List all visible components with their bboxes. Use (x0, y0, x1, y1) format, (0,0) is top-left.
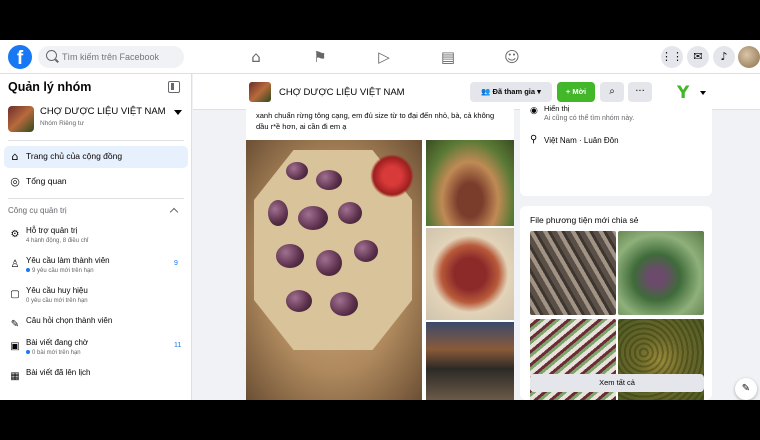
post-photo-main[interactable] (246, 140, 422, 400)
sidebar-item-community-home[interactable]: ⌂ Trang chủ của cộng đồng (4, 146, 188, 168)
location-pin-icon: ⚲ (530, 134, 538, 145)
global-search[interactable] (38, 46, 184, 68)
sidebar-item-admin-assist[interactable]: ⚙ Hỗ trợ quản trị 4 hành động, 8 điều ch… (4, 224, 188, 254)
group-thumbnail[interactable] (249, 82, 271, 102)
group-name[interactable]: CHỢ DƯỢC LIỆU VIỆT NAM (40, 106, 166, 117)
top-navigation-bar: f ⌂ ⚑ ▷ ▤ ☺ ⋮⋮ ✉ ♪ (0, 40, 760, 74)
search-input[interactable] (62, 49, 180, 65)
media-thumb-2[interactable] (618, 231, 704, 315)
about-card: ◉ Hiển thị Ai cũng có thể tìm nhóm này. … (520, 102, 712, 196)
chevron-up-icon[interactable] (169, 207, 179, 217)
visibility-desc: Ai cũng có thể tìm nhóm này. (544, 115, 635, 122)
post-photo-2[interactable] (426, 140, 514, 226)
sidebar-item-scheduled-posts[interactable]: ▦ Bài viết đã lên lịch (4, 366, 188, 396)
post-photo-3[interactable] (426, 228, 514, 320)
group-title[interactable]: CHỢ DƯỢC LIỆU VIỆT NAM (279, 87, 405, 98)
sidebar-item-overview[interactable]: ◎ Tổng quan (4, 171, 188, 193)
media-thumb-1[interactable] (530, 231, 616, 315)
tool-sub: 9 yêu cầu mới trên hạn (26, 268, 94, 274)
collapse-sidebar-icon[interactable] (168, 81, 180, 93)
eye-icon: ◉ (530, 106, 538, 116)
tool-label: Câu hỏi chọn thành viên (26, 316, 113, 325)
notifications-icon[interactable]: ♪ (713, 46, 735, 68)
browser-frame: f ⌂ ⚑ ▷ ▤ ☺ ⋮⋮ ✉ ♪ Quản lý nhóm CHỢ DƯỢC… (0, 40, 760, 400)
joined-label: Đã tham gia (492, 87, 536, 96)
scheduled-icon: ▦ (10, 371, 20, 382)
mushroom (268, 200, 288, 226)
tool-sub-text: 0 bài mới trên hạn (32, 350, 81, 356)
tool-count: 11 (174, 342, 182, 349)
sidebar-item-pending-posts[interactable]: ▣ Bài viết đang chờ 0 bài mới trên hạn 1… (4, 336, 188, 366)
marketplace-icon[interactable]: ▤ (437, 47, 459, 67)
groups-icon[interactable]: ☺ (501, 47, 523, 67)
post-photo-4[interactable] (426, 322, 514, 400)
chevron-down-icon[interactable] (174, 110, 182, 115)
sidebar-title: Quản lý nhóm (8, 80, 92, 94)
tool-label: Hỗ trợ quản trị (26, 226, 78, 235)
member-request-icon: ♙ (10, 259, 20, 270)
group-admin-sidebar: Quản lý nhóm CHỢ DƯỢC LIỆU VIỆT NAM Nhóm… (0, 74, 192, 400)
tool-count: 9 (174, 260, 178, 267)
tool-sub: 4 hành động, 8 điều chỉ (26, 238, 89, 244)
mushroom (316, 170, 342, 190)
account-avatar[interactable] (738, 46, 760, 68)
group-thumbnail[interactable] (8, 106, 34, 132)
pending-post-icon: ▣ (10, 341, 20, 352)
mushroom (330, 292, 358, 316)
tool-label: Yêu cầu làm thành viên (26, 256, 110, 265)
tool-label: Bài viết đã lên lịch (26, 368, 91, 377)
question-icon: ✎ (10, 319, 20, 330)
feed-post: xanh chuẩn rừng tông cạng, em đủ size từ… (246, 102, 514, 400)
sidebar-item-label: Trang chủ của cộng đồng (26, 151, 123, 161)
media-header: File phương tiện mới chia sẻ (530, 215, 639, 225)
compose-icon[interactable]: ✎ (735, 378, 757, 400)
recent-media-card: File phương tiện mới chia sẻ (520, 206, 712, 400)
admin-tools-header: Công cụ quản trị (8, 206, 67, 215)
badge-icon: ▢ (10, 289, 20, 300)
divider (8, 198, 184, 199)
menu-grid-icon[interactable]: ⋮⋮ (661, 46, 683, 68)
see-all-button[interactable]: Xem tất cả (530, 374, 704, 392)
facebook-logo[interactable]: f (8, 45, 32, 69)
search-icon (46, 50, 57, 61)
location-text: Việt Nam · Luân Đôn (544, 136, 619, 145)
chevron-down-icon[interactable] (700, 91, 706, 95)
tool-sub-text: 9 yêu cầu mới trên hạn (32, 268, 94, 274)
tool-label: Bài viết đang chờ (26, 338, 89, 347)
home-icon: ⌂ (11, 150, 19, 163)
messenger-icon[interactable]: ✉ (687, 46, 709, 68)
extension-y-icon[interactable]: Y (677, 83, 689, 103)
tool-label: Yêu cầu huy hiệu (26, 286, 88, 295)
flag-icon[interactable]: ⚑ (309, 47, 331, 67)
group-privacy: Nhóm Riêng tư (40, 120, 85, 127)
red-herb (370, 154, 414, 198)
video-icon[interactable]: ▷ (373, 47, 395, 67)
search-icon[interactable]: ⌕ (600, 82, 624, 102)
post-text: xanh chuẩn rừng tông cạng, em đủ size từ… (256, 111, 495, 131)
joined-button[interactable]: 👥 Đã tham gia ▾ (470, 82, 552, 102)
more-icon[interactable]: ··· (628, 82, 652, 102)
sidebar-item-label: Tổng quan (26, 176, 67, 186)
sidebar-item-badge-requests[interactable]: ▢ Yêu cầu huy hiệu 0 yêu cầu mới trên hạ… (4, 284, 188, 314)
admin-assist-icon: ⚙ (10, 229, 20, 240)
home-icon[interactable]: ⌂ (245, 47, 267, 67)
mushroom (338, 202, 362, 224)
tool-sub: 0 yêu cầu mới trên hạn (26, 298, 88, 304)
visibility-title: Hiển thị (544, 104, 570, 113)
invite-button[interactable]: + Mời (557, 82, 595, 102)
mushroom (298, 206, 328, 230)
overview-icon: ◎ (10, 175, 20, 188)
unread-dot (26, 268, 30, 273)
mushroom (276, 244, 304, 268)
mushroom (354, 240, 378, 262)
unread-dot (26, 350, 30, 355)
mushroom (286, 290, 312, 312)
mushroom (316, 250, 342, 276)
mushroom (286, 162, 308, 180)
sidebar-item-member-requests[interactable]: ♙ Yêu cầu làm thành viên 9 yêu cầu mới t… (4, 254, 188, 284)
tool-sub: 0 bài mới trên hạn (26, 350, 81, 356)
divider (8, 140, 184, 141)
